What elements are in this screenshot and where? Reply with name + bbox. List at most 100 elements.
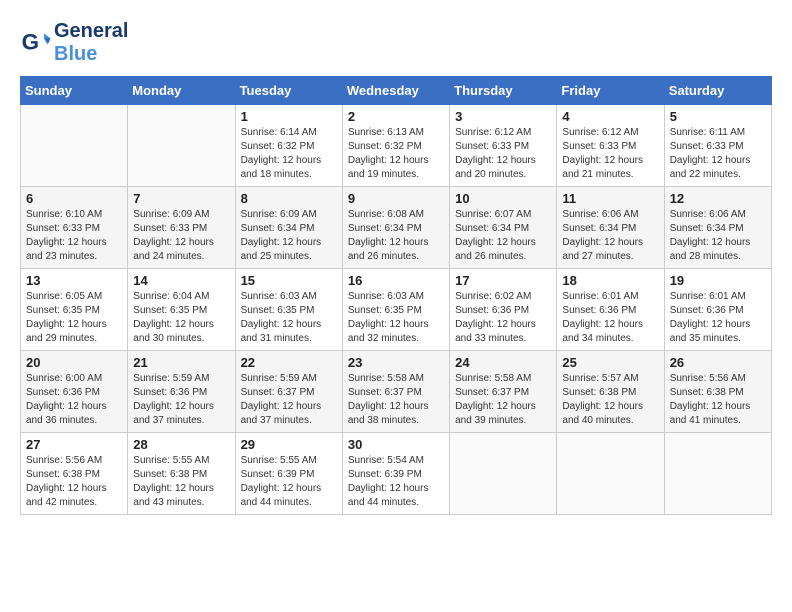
day-info: Sunrise: 5:55 AM Sunset: 6:39 PM Dayligh… — [241, 454, 337, 510]
calendar-cell: 26 Sunrise: 5:56 AM Sunset: 6:38 PM Dayli… — [664, 351, 771, 433]
calendar-cell: 7 Sunrise: 6:09 AM Sunset: 6:33 PM Daylig… — [128, 187, 235, 269]
day-number: 8 — [241, 191, 337, 206]
calendar-cell: 28 Sunrise: 5:55 AM Sunset: 6:38 PM Dayli… — [128, 433, 235, 515]
day-info: Sunrise: 5:58 AM Sunset: 6:37 PM Dayligh… — [455, 372, 551, 428]
calendar-cell: 15 Sunrise: 6:03 AM Sunset: 6:35 PM Dayli… — [235, 269, 342, 351]
weekday-header-row: SundayMondayTuesdayWednesdayThursdayFrid… — [21, 77, 772, 105]
calendar-cell: 17 Sunrise: 6:02 AM Sunset: 6:36 PM Dayli… — [450, 269, 557, 351]
day-info: Sunrise: 6:03 AM Sunset: 6:35 PM Dayligh… — [241, 290, 337, 346]
day-info: Sunrise: 5:58 AM Sunset: 6:37 PM Dayligh… — [348, 372, 444, 428]
calendar-cell: 13Sunrise: 6:05 AM Sunset: 6:35 PM Dayli… — [21, 269, 128, 351]
calendar-week-row: 13Sunrise: 6:05 AM Sunset: 6:35 PM Dayli… — [21, 269, 772, 351]
day-info: Sunrise: 6:09 AM Sunset: 6:33 PM Dayligh… — [133, 208, 229, 264]
day-number: 2 — [348, 109, 444, 124]
calendar-cell: 8 Sunrise: 6:09 AM Sunset: 6:34 PM Daylig… — [235, 187, 342, 269]
day-info: Sunrise: 6:00 AM Sunset: 6:36 PM Dayligh… — [26, 372, 122, 428]
day-number: 23 — [348, 355, 444, 370]
calendar-cell: 16 Sunrise: 6:03 AM Sunset: 6:35 PM Dayli… — [342, 269, 449, 351]
day-info: Sunrise: 6:11 AM Sunset: 6:33 PM Dayligh… — [670, 126, 766, 182]
day-info: Sunrise: 6:12 AM Sunset: 6:33 PM Dayligh… — [562, 126, 658, 182]
weekday-header-sunday: Sunday — [21, 77, 128, 105]
calendar-cell — [450, 433, 557, 515]
day-number: 9 — [348, 191, 444, 206]
calendar-cell: 25 Sunrise: 5:57 AM Sunset: 6:38 PM Dayli… — [557, 351, 664, 433]
day-number: 24 — [455, 355, 551, 370]
day-info: Sunrise: 6:10 AM Sunset: 6:33 PM Dayligh… — [26, 208, 122, 264]
day-number: 10 — [455, 191, 551, 206]
day-info: Sunrise: 6:06 AM Sunset: 6:34 PM Dayligh… — [562, 208, 658, 264]
calendar-cell: 6Sunrise: 6:10 AM Sunset: 6:33 PM Daylig… — [21, 187, 128, 269]
day-info: Sunrise: 6:01 AM Sunset: 6:36 PM Dayligh… — [670, 290, 766, 346]
calendar-cell: 30Sunrise: 5:54 AM Sunset: 6:39 PM Dayli… — [342, 433, 449, 515]
calendar-cell: 1 Sunrise: 6:14 AM Sunset: 6:32 PM Daylig… — [235, 105, 342, 187]
day-info: Sunrise: 5:54 AM Sunset: 6:39 PM Dayligh… — [348, 454, 444, 510]
day-number: 28 — [133, 437, 229, 452]
day-number: 17 — [455, 273, 551, 288]
day-info: Sunrise: 6:08 AM Sunset: 6:34 PM Dayligh… — [348, 208, 444, 264]
day-info: Sunrise: 6:01 AM Sunset: 6:36 PM Dayligh… — [562, 290, 658, 346]
day-info: Sunrise: 5:59 AM Sunset: 6:37 PM Dayligh… — [241, 372, 337, 428]
logo-text: General Blue — [54, 20, 128, 66]
svg-text:G: G — [22, 29, 39, 54]
calendar-cell: 14Sunrise: 6:04 AM Sunset: 6:35 PM Dayli… — [128, 269, 235, 351]
calendar-cell: 3Sunrise: 6:12 AM Sunset: 6:33 PM Daylig… — [450, 105, 557, 187]
calendar-cell: 5 Sunrise: 6:11 AM Sunset: 6:33 PM Daylig… — [664, 105, 771, 187]
calendar-cell: 27Sunrise: 5:56 AM Sunset: 6:38 PM Dayli… — [21, 433, 128, 515]
day-info: Sunrise: 6:06 AM Sunset: 6:34 PM Dayligh… — [670, 208, 766, 264]
weekday-header-saturday: Saturday — [664, 77, 771, 105]
calendar-table: SundayMondayTuesdayWednesdayThursdayFrid… — [20, 76, 772, 515]
weekday-header-tuesday: Tuesday — [235, 77, 342, 105]
calendar-cell: 4Sunrise: 6:12 AM Sunset: 6:33 PM Daylig… — [557, 105, 664, 187]
day-number: 18 — [562, 273, 658, 288]
calendar-week-row: 20 Sunrise: 6:00 AM Sunset: 6:36 PM Dayli… — [21, 351, 772, 433]
calendar-cell: 24 Sunrise: 5:58 AM Sunset: 6:37 PM Dayli… — [450, 351, 557, 433]
day-number: 21 — [133, 355, 229, 370]
day-number: 19 — [670, 273, 766, 288]
day-info: Sunrise: 6:05 AM Sunset: 6:35 PM Dayligh… — [26, 290, 122, 346]
calendar-week-row: 27Sunrise: 5:56 AM Sunset: 6:38 PM Dayli… — [21, 433, 772, 515]
day-info: Sunrise: 5:57 AM Sunset: 6:38 PM Dayligh… — [562, 372, 658, 428]
day-info: Sunrise: 5:55 AM Sunset: 6:38 PM Dayligh… — [133, 454, 229, 510]
weekday-header-friday: Friday — [557, 77, 664, 105]
logo: G General Blue — [20, 20, 128, 66]
calendar-cell: 2 Sunrise: 6:13 AM Sunset: 6:32 PM Daylig… — [342, 105, 449, 187]
day-number: 20 — [26, 355, 122, 370]
calendar-cell — [664, 433, 771, 515]
calendar-cell: 22 Sunrise: 5:59 AM Sunset: 6:37 PM Dayli… — [235, 351, 342, 433]
calendar-cell: 11 Sunrise: 6:06 AM Sunset: 6:34 PM Dayli… — [557, 187, 664, 269]
page-header: G General Blue — [20, 20, 772, 66]
day-number: 11 — [562, 191, 658, 206]
calendar-cell: 18 Sunrise: 6:01 AM Sunset: 6:36 PM Dayli… — [557, 269, 664, 351]
day-number: 16 — [348, 273, 444, 288]
day-number: 22 — [241, 355, 337, 370]
day-number: 7 — [133, 191, 229, 206]
calendar-cell — [128, 105, 235, 187]
day-number: 26 — [670, 355, 766, 370]
calendar-cell: 9 Sunrise: 6:08 AM Sunset: 6:34 PM Daylig… — [342, 187, 449, 269]
day-info: Sunrise: 6:07 AM Sunset: 6:34 PM Dayligh… — [455, 208, 551, 264]
calendar-cell — [21, 105, 128, 187]
day-number: 15 — [241, 273, 337, 288]
calendar-cell: 29 Sunrise: 5:55 AM Sunset: 6:39 PM Dayli… — [235, 433, 342, 515]
day-info: Sunrise: 6:13 AM Sunset: 6:32 PM Dayligh… — [348, 126, 444, 182]
day-info: Sunrise: 6:09 AM Sunset: 6:34 PM Dayligh… — [241, 208, 337, 264]
day-number: 14 — [133, 273, 229, 288]
day-number: 12 — [670, 191, 766, 206]
calendar-cell: 19 Sunrise: 6:01 AM Sunset: 6:36 PM Dayli… — [664, 269, 771, 351]
calendar-cell: 10 Sunrise: 6:07 AM Sunset: 6:34 PM Dayli… — [450, 187, 557, 269]
calendar-week-row: 6Sunrise: 6:10 AM Sunset: 6:33 PM Daylig… — [21, 187, 772, 269]
calendar-cell: 20 Sunrise: 6:00 AM Sunset: 6:36 PM Dayli… — [21, 351, 128, 433]
day-number: 1 — [241, 109, 337, 124]
day-number: 29 — [241, 437, 337, 452]
day-info: Sunrise: 6:02 AM Sunset: 6:36 PM Dayligh… — [455, 290, 551, 346]
day-info: Sunrise: 6:14 AM Sunset: 6:32 PM Dayligh… — [241, 126, 337, 182]
day-info: Sunrise: 6:03 AM Sunset: 6:35 PM Dayligh… — [348, 290, 444, 346]
calendar-cell: 12 Sunrise: 6:06 AM Sunset: 6:34 PM Dayli… — [664, 187, 771, 269]
day-number: 25 — [562, 355, 658, 370]
day-number: 5 — [670, 109, 766, 124]
day-number: 3 — [455, 109, 551, 124]
calendar-cell: 21Sunrise: 5:59 AM Sunset: 6:36 PM Dayli… — [128, 351, 235, 433]
day-info: Sunrise: 5:56 AM Sunset: 6:38 PM Dayligh… — [26, 454, 122, 510]
calendar-cell: 23 Sunrise: 5:58 AM Sunset: 6:37 PM Dayli… — [342, 351, 449, 433]
day-info: Sunrise: 5:56 AM Sunset: 6:38 PM Dayligh… — [670, 372, 766, 428]
